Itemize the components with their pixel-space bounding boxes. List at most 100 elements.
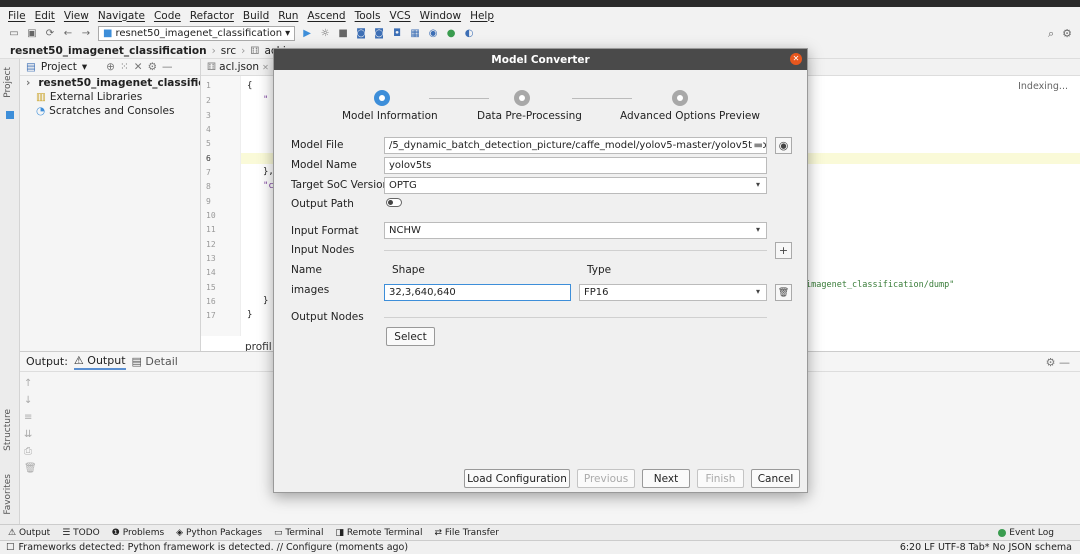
ascend-tool-icon-7[interactable]: ◐ — [463, 28, 475, 40]
save-icon[interactable]: ▣ — [26, 28, 38, 40]
delete-input-node-button[interactable]: 🗑 — [775, 284, 792, 301]
tree-item-scratches[interactable]: ◔ Scratches and Consoles — [20, 104, 200, 118]
tool-file-transfer[interactable]: ⇄ File Transfer — [434, 528, 499, 538]
event-log-button[interactable]: Event Log — [998, 528, 1054, 538]
close-icon[interactable]: ✕ — [790, 53, 802, 65]
previous-button[interactable]: Previous — [577, 469, 635, 488]
search-icon[interactable]: ⌕ — [1048, 27, 1054, 41]
next-button[interactable]: Next — [642, 469, 690, 488]
status-bar: ☐ Frameworks detected: Python framework … — [0, 540, 1080, 554]
ascend-tool-icon-6[interactable]: ● — [445, 28, 457, 40]
menu-window[interactable]: Window — [420, 10, 461, 22]
step-inactive-icon — [514, 90, 530, 106]
model-file-input[interactable]: /5_dynamic_batch_detection_picture/caffe… — [384, 137, 767, 154]
print-icon[interactable]: ⎙ — [24, 446, 37, 457]
add-input-node-button[interactable]: + — [775, 242, 792, 259]
gear-icon[interactable]: ⚙ — — [1046, 356, 1070, 369]
code-line-1[interactable]: { — [247, 81, 252, 91]
editor-tab-acl-json[interactable]: ⚅ acl.json ✕ — [207, 61, 269, 73]
code-dump-path[interactable]: imagenet_classification/dump" — [806, 280, 954, 290]
step-model-information[interactable]: Model Information — [342, 110, 438, 122]
run-configuration-select[interactable]: ■ resnet50_imagenet_classification ▾ — [98, 26, 296, 41]
sync-icon[interactable]: ⟳ — [44, 28, 56, 40]
menu-build[interactable]: Build — [243, 10, 269, 22]
back-icon[interactable]: ← — [62, 28, 74, 40]
project-tool-tab[interactable]: Project — [3, 67, 13, 98]
cancel-button[interactable]: Cancel — [751, 469, 800, 488]
model-file-view-button[interactable]: ◉ — [775, 137, 792, 154]
debug-icon[interactable]: ☼ — [319, 28, 331, 40]
menu-edit[interactable]: Edit — [35, 10, 55, 22]
input-node-type-select[interactable]: FP16 ▾ — [579, 284, 767, 301]
favorites-tool-tab[interactable]: Favorites — [3, 474, 13, 515]
step-connector — [429, 98, 489, 99]
target-soc-select[interactable]: OPTG ▾ — [384, 177, 767, 194]
model-name-input[interactable]: yolov5ts — [384, 157, 767, 174]
tool-todo[interactable]: ☰ TODO — [62, 528, 100, 538]
status-right-info[interactable]: 6:20 LF UTF-8 Tab* No JSON schema — [900, 542, 1072, 553]
hide-icon[interactable]: — — [162, 61, 173, 73]
finish-button[interactable]: Finish — [697, 469, 744, 488]
menu-tools[interactable]: Tools — [355, 10, 381, 22]
status-checkbox-icon: ☐ — [6, 542, 15, 553]
project-view-select[interactable]: Project — [41, 61, 77, 73]
trash-icon[interactable]: 🗑 — [24, 463, 37, 474]
gear-icon[interactable]: ⚙ — [1062, 27, 1072, 41]
tool-output[interactable]: ⚠ Output — [8, 528, 50, 538]
menu-refactor[interactable]: Refactor — [190, 10, 234, 22]
expand-icon[interactable]: ⁙ — [120, 61, 129, 73]
menu-ascend[interactable]: Ascend — [307, 10, 345, 22]
forward-icon[interactable]: → — [80, 28, 92, 40]
breadcrumb-project[interactable]: resnet50_imagenet_classification — [10, 45, 207, 57]
tree-item-project-root[interactable]: › resnet50_imagenet_classification — [20, 76, 200, 90]
ascend-tool-icon-5[interactable]: ◉ — [427, 28, 439, 40]
tool-terminal[interactable]: ▭ Terminal — [274, 528, 323, 538]
tab-detail[interactable]: ▤ Detail — [132, 355, 178, 368]
scroll-to-end-icon[interactable]: ⇊ — [24, 429, 37, 440]
arrow-down-icon[interactable]: ↓ — [24, 395, 37, 406]
breadcrumb-folder[interactable]: src — [221, 45, 236, 57]
tool-problems[interactable]: ❶ Problems — [112, 528, 164, 538]
gear-icon[interactable]: ⚙ — [148, 61, 157, 73]
menu-run[interactable]: Run — [278, 10, 298, 22]
load-configuration-button[interactable]: Load Configuration — [464, 469, 570, 488]
open-folder-icon[interactable]: ▭ — [8, 28, 20, 40]
code-line-16[interactable]: } — [263, 296, 268, 306]
ascend-tool-icon-4[interactable]: ▦ — [409, 28, 421, 40]
menu-navigate[interactable]: Navigate — [98, 10, 145, 22]
project-view-icon: ▤ — [26, 61, 36, 73]
code-line-2[interactable]: " — [263, 95, 268, 105]
code-line-17[interactable]: } — [247, 310, 252, 320]
soft-wrap-icon[interactable]: ≡ — [24, 412, 37, 423]
step-data-preprocessing[interactable]: Data Pre-Processing — [477, 110, 582, 122]
menu-help[interactable]: Help — [470, 10, 494, 22]
line-number: 13 — [206, 254, 216, 263]
ascend-tool-icon-3[interactable]: ◘ — [391, 28, 403, 40]
folder-browse-icon[interactable]: ▬ — [751, 140, 763, 151]
stop-icon[interactable]: ■ — [337, 28, 349, 40]
tab-output[interactable]: ⚠ Output — [73, 354, 126, 370]
status-message[interactable]: Frameworks detected: Python framework is… — [19, 542, 409, 553]
close-icon[interactable]: ✕ — [134, 61, 143, 73]
locate-icon[interactable]: ⊕ — [106, 61, 115, 73]
menu-vcs[interactable]: VCS — [389, 10, 410, 22]
step-advanced-options[interactable]: Advanced Options Preview — [620, 110, 760, 122]
line-number: 12 — [206, 240, 216, 249]
input-format-select[interactable]: NCHW ▾ — [384, 222, 767, 239]
tree-item-external-libraries[interactable]: ▥ External Libraries — [20, 90, 200, 104]
output-nodes-label: Output Nodes — [291, 311, 364, 323]
tool-remote-terminal[interactable]: ◨ Remote Terminal — [335, 528, 422, 538]
ascend-tool-icon-1[interactable]: ◙ — [355, 28, 367, 40]
select-output-nodes-button[interactable]: Select — [386, 327, 435, 346]
menu-code[interactable]: Code — [154, 10, 181, 22]
menu-file[interactable]: File — [8, 10, 26, 22]
input-node-shape-input[interactable]: 32,3,640,640 — [384, 284, 571, 301]
menu-view[interactable]: View — [64, 10, 89, 22]
output-path-toggle[interactable] — [386, 198, 402, 207]
close-icon[interactable]: ✕ — [262, 63, 269, 72]
tool-python-packages[interactable]: ◈ Python Packages — [176, 528, 262, 538]
ascend-tool-icon-2[interactable]: ◙ — [373, 28, 385, 40]
run-icon[interactable]: ▶ — [301, 28, 313, 40]
structure-tool-tab[interactable]: Structure — [3, 409, 13, 451]
arrow-up-icon[interactable]: ↑ — [24, 378, 37, 389]
